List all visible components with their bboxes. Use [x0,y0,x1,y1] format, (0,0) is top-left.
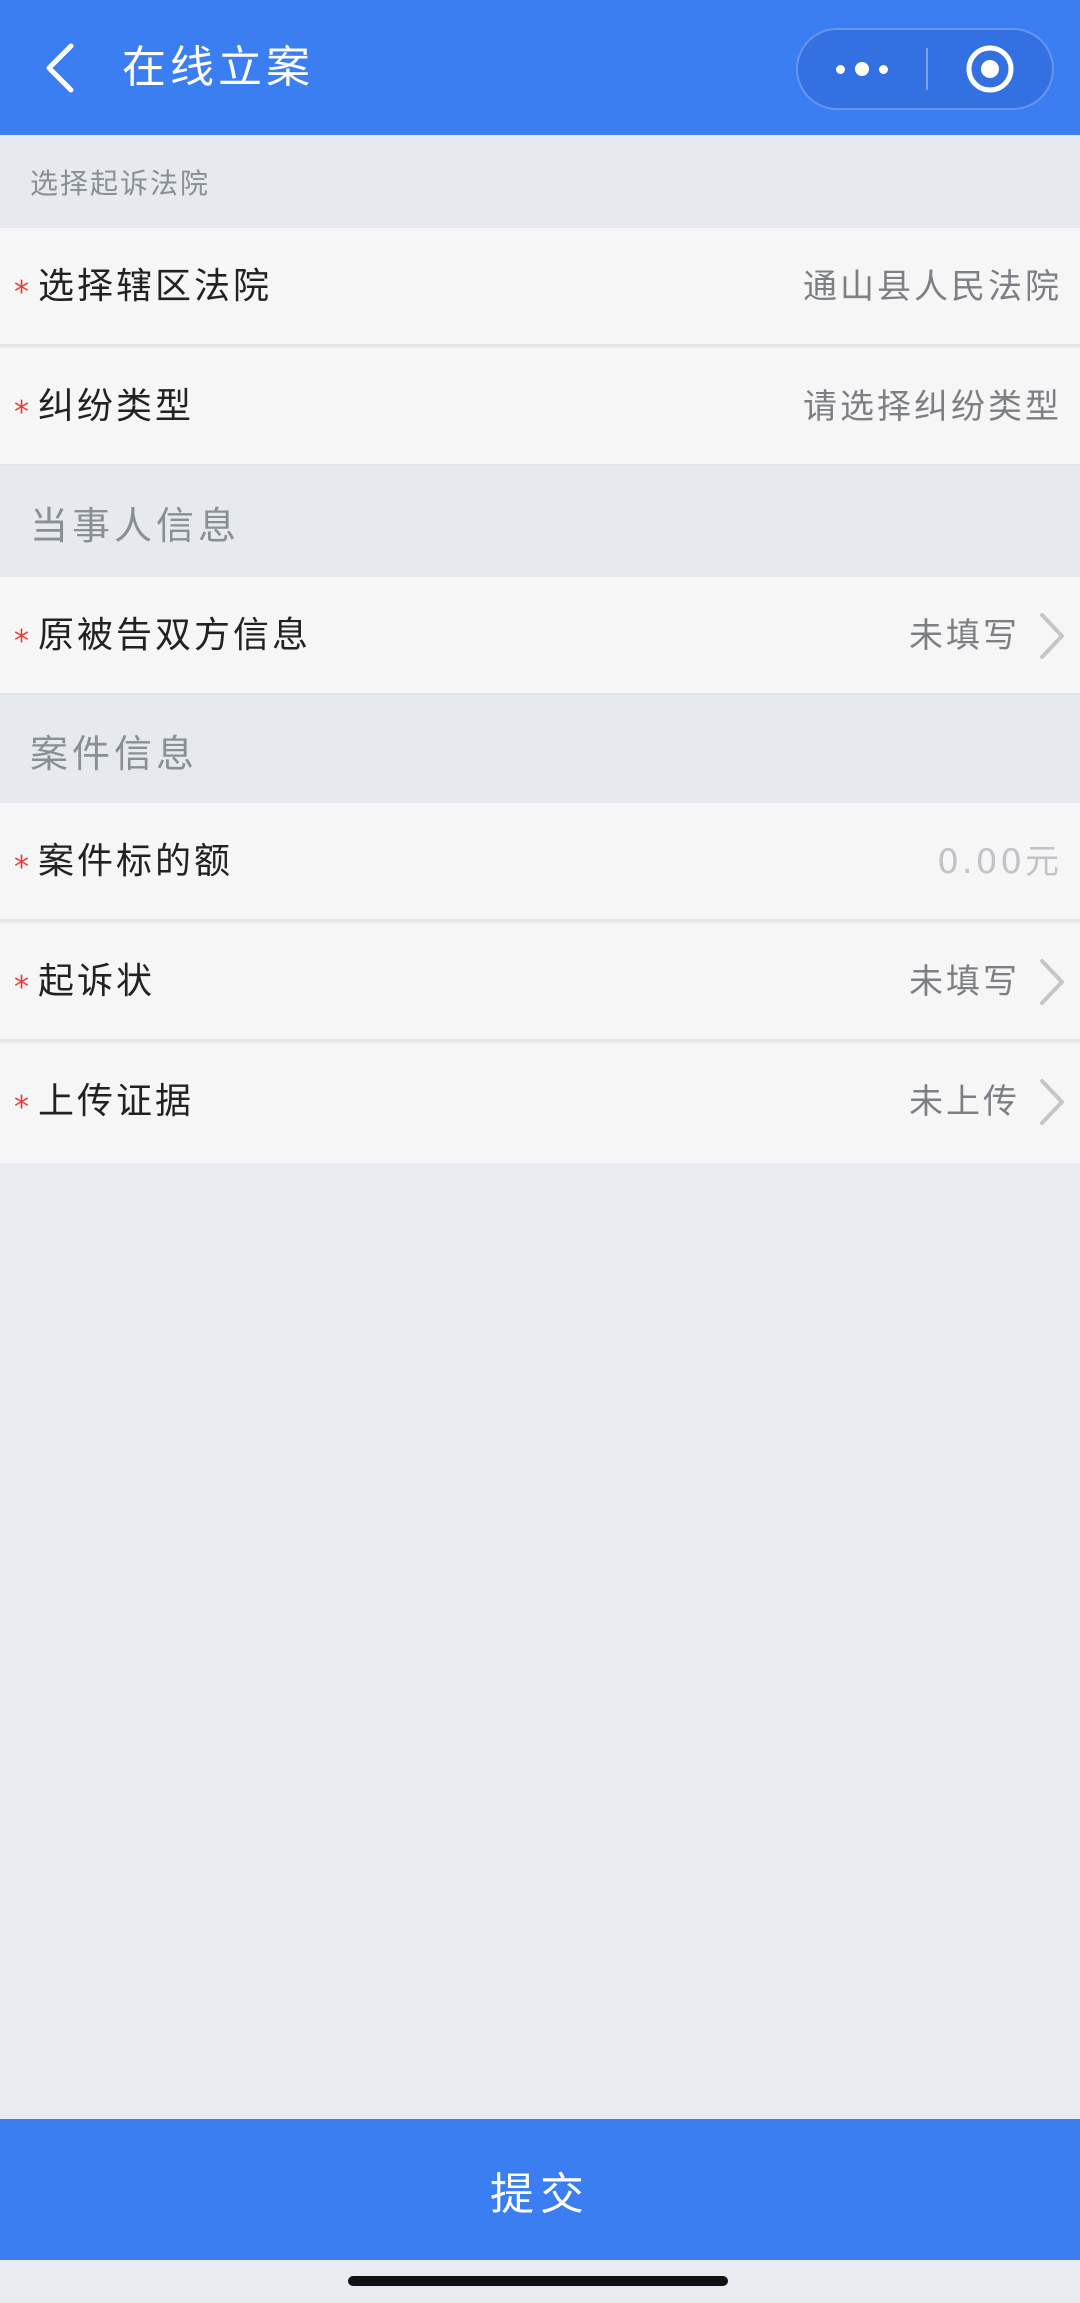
chevron-left-icon [46,43,74,93]
evidence-value: 未上传 [909,1082,1020,1122]
required-mark: * [14,395,29,430]
section-header-party: 当事人信息 [0,468,1080,577]
row-party-info[interactable]: * 原被告双方信息 未填写 [0,577,1080,695]
home-indicator [348,2276,728,2286]
chevron-right-icon [1040,1079,1064,1125]
row-label: 纠纷类型 [38,386,195,427]
row-label: 案件标的额 [38,841,234,882]
navigation-bar: 在线立案 [0,0,1080,135]
dispute-type-value: 请选择纠纷类型 [803,387,1062,427]
more-dots-icon [831,62,893,76]
target-close-icon [966,45,1014,93]
back-button[interactable] [30,32,90,104]
row-dispute-type[interactable]: * 纠纷类型 请选择纠纷类型 [0,348,1080,466]
section-header-court: 选择起诉法院 [0,135,1080,228]
page-title: 在线立案 [122,42,314,93]
court-value: 通山县人民法院 [803,267,1062,307]
chevron-right-icon [1040,959,1064,1005]
close-mini-program-button[interactable] [928,30,1052,108]
more-button[interactable] [798,30,926,108]
row-case-amount[interactable]: * 案件标的额 0.00元 [0,803,1080,921]
row-label: 上传证据 [38,1081,195,1122]
required-mark: * [14,850,29,885]
row-label: 起诉状 [38,961,156,1002]
row-select-court[interactable]: * 选择辖区法院 通山县人民法院 [0,228,1080,346]
required-mark: * [14,1090,29,1125]
required-mark: * [14,970,29,1005]
required-mark: * [14,275,29,310]
party-info-value: 未填写 [909,616,1020,656]
row-upload-evidence[interactable]: * 上传证据 未上传 [0,1043,1080,1163]
row-complaint[interactable]: * 起诉状 未填写 [0,923,1080,1041]
required-mark: * [14,624,29,659]
complaint-value: 未填写 [909,962,1020,1002]
submit-button[interactable]: 提交 [0,2119,1080,2260]
chevron-right-icon [1040,613,1064,659]
mini-program-capsule [796,28,1054,110]
row-label: 原被告双方信息 [38,615,312,656]
row-label: 选择辖区法院 [38,266,273,307]
section-header-case: 案件信息 [0,697,1080,803]
case-amount-input[interactable]: 0.00元 [937,833,1062,891]
